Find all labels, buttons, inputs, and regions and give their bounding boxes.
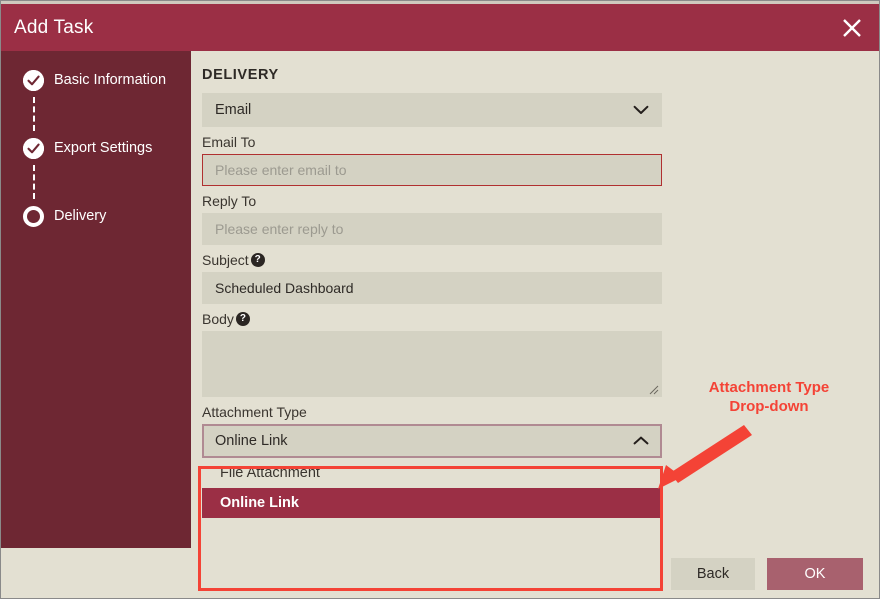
step-connector [33, 97, 35, 131]
annotation-label-line2: Drop-down [729, 397, 809, 415]
dialog-titlebar: Add Task [1, 4, 879, 51]
radio-selected-icon [23, 205, 44, 227]
annotation-label-line1: Attachment Type [708, 379, 830, 396]
delivery-form: DELIVERY Email Email To Please enter ema… [191, 51, 879, 548]
attachment-type-select[interactable]: Online Link [202, 424, 662, 458]
check-circle-icon [23, 69, 44, 91]
wizard-step-list: Basic Information Export Settings Delive… [1, 51, 191, 233]
option-label: File Attachment [220, 465, 320, 481]
delivery-method-value: Email [215, 102, 252, 118]
annotation-label: Attachment Type Drop-down [679, 379, 859, 417]
sidebar-item-label: Delivery [54, 208, 107, 224]
back-button[interactable]: Back [671, 558, 755, 590]
subject-label-text: Subject [202, 252, 249, 268]
reply-to-input[interactable]: Please enter reply to [202, 213, 662, 245]
help-icon[interactable]: ? [250, 253, 265, 267]
email-to-label: Email To [202, 134, 256, 150]
dialog-title: Add Task [14, 16, 94, 38]
sidebar-item-basic-information[interactable]: Basic Information [1, 63, 191, 97]
wizard-sidebar: Basic Information Export Settings Delive… [1, 51, 191, 548]
body-label-text: Body [202, 311, 234, 327]
body-label: Body ? [202, 311, 879, 327]
attachment-type-option-online-link[interactable]: Online Link [202, 488, 662, 518]
check-circle-icon [23, 137, 44, 159]
option-label: Online Link [220, 495, 299, 511]
close-icon[interactable] [837, 13, 867, 43]
sidebar-item-label: Basic Information [54, 72, 167, 88]
help-icon[interactable]: ? [235, 312, 250, 326]
subject-value: Scheduled Dashboard [215, 280, 354, 296]
reply-to-placeholder: Please enter reply to [215, 221, 344, 237]
section-title: DELIVERY [202, 67, 279, 83]
dialog-footer: Back OK [1, 548, 879, 598]
attachment-type-option-file-attachment[interactable]: File Attachment [202, 458, 662, 488]
chevron-up-icon [633, 436, 649, 446]
reply-to-label: Reply To [202, 193, 257, 209]
email-to-placeholder: Please enter email to [215, 162, 347, 178]
attachment-type-value: Online Link [215, 433, 288, 449]
ok-button[interactable]: OK [767, 558, 863, 590]
attachment-type-dropdown: Online Link File Attachment Online Link [202, 424, 662, 522]
subject-label: Subject ? [202, 252, 879, 268]
add-task-dialog: · · · · · Add Task Basic Infor [0, 0, 880, 599]
body-textarea[interactable] [202, 331, 662, 397]
resize-grip-icon[interactable] [647, 382, 659, 395]
subject-input[interactable]: Scheduled Dashboard [202, 272, 662, 304]
delivery-method-select[interactable]: Email [202, 93, 662, 127]
email-to-input[interactable]: Please enter email to [202, 154, 662, 186]
sidebar-item-export-settings[interactable]: Export Settings [1, 131, 191, 165]
step-connector [33, 165, 35, 199]
sidebar-item-label: Export Settings [54, 140, 153, 156]
attachment-type-option-list: File Attachment Online Link [202, 458, 662, 522]
sidebar-item-delivery[interactable]: Delivery [1, 199, 191, 233]
chevron-down-icon [633, 105, 649, 115]
